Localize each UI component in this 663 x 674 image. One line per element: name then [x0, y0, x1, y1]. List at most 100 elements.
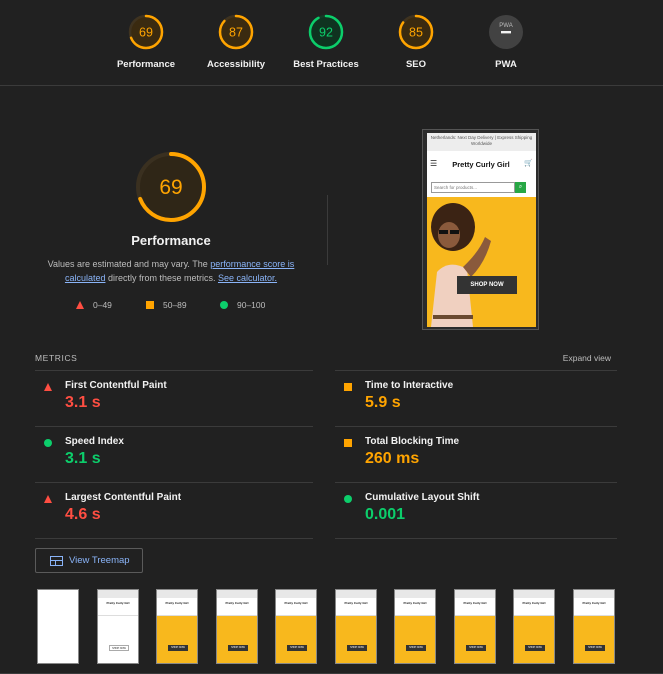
- screenshot-brand: Pretty Curly Girl: [452, 160, 510, 169]
- final-screenshot[interactable]: Netherlands: Next Day Delivery | Express…: [422, 129, 539, 330]
- frame-notice: [336, 590, 376, 598]
- pass-circle-icon: [344, 495, 352, 503]
- metrics-divider: [35, 370, 313, 371]
- performance-score-gauge: 69: [136, 152, 206, 222]
- gauge-label-performance: Performance: [116, 59, 176, 70]
- metrics-divider: [335, 426, 617, 427]
- gauge-label-pwa: PWA: [495, 59, 517, 70]
- gauge-best-practices[interactable]: 92 Best Practices: [281, 0, 371, 70]
- view-treemap-label: View Treemap: [69, 555, 130, 566]
- frame-shop-now: SHOP NOW: [228, 645, 248, 651]
- performance-description: Values are estimated and may vary. The p…: [40, 257, 302, 285]
- filmstrip-frame: Pretty Curly Girl SHOP NOW: [156, 589, 198, 664]
- legend-item-pass: 90–100: [220, 300, 265, 310]
- gauge-ring-best-practices: 92: [308, 14, 344, 50]
- average-square-icon: [344, 383, 352, 391]
- frame-shop-now: SHOP NOW: [406, 645, 426, 651]
- frame-hero: [336, 616, 376, 663]
- frame-notice: [395, 590, 435, 598]
- treemap-icon: [50, 556, 63, 566]
- gauge-pwa[interactable]: PWA PWA: [461, 0, 551, 70]
- hero-person-illustration: [431, 203, 491, 327]
- frame-hero: [98, 616, 138, 663]
- filmstrip-frame: [37, 589, 79, 664]
- frame-brand: Pretty Curly Girl: [514, 598, 554, 608]
- desc-text-1: Values are estimated and may vary. The: [47, 259, 211, 269]
- screenshot-search-input: Search for products...: [431, 182, 515, 193]
- view-treemap-button[interactable]: View Treemap: [35, 548, 143, 573]
- metrics-divider: [35, 482, 313, 483]
- frame-notice: [217, 590, 257, 598]
- category-gauges-bar: 69 Performance 87 Accessibility 92 Best …: [0, 0, 663, 86]
- frame-shop-now: SHOP NOW: [347, 645, 367, 651]
- frame-hero: [455, 616, 495, 663]
- performance-score-value: 69: [159, 176, 182, 199]
- expand-view-toggle[interactable]: Expand view: [563, 353, 611, 363]
- frame-search: [217, 608, 257, 616]
- frame-search: [276, 608, 316, 616]
- gauge-ring-performance: 69: [128, 14, 164, 50]
- filmstrip-frame: Pretty Curly Girl SHOP NOW: [97, 589, 139, 664]
- frame-notice: [276, 590, 316, 598]
- fail-triangle-icon: [44, 383, 52, 391]
- filmstrip-frame: Pretty Curly Girl SHOP NOW: [573, 589, 615, 664]
- frame-notice: [574, 590, 614, 598]
- metrics-divider: [335, 538, 617, 539]
- filmstrip-frame: Pretty Curly Girl SHOP NOW: [275, 589, 317, 664]
- frame-brand: Pretty Curly Girl: [574, 598, 614, 608]
- filmstrip-frame: Pretty Curly Girl SHOP NOW: [513, 589, 555, 664]
- frame-search: [395, 608, 435, 616]
- metrics-divider: [335, 370, 617, 371]
- gauge-label-seo: SEO: [405, 59, 427, 70]
- frame-shop-now: SHOP NOW: [525, 645, 545, 651]
- gauge-score-best-practices: 92: [319, 26, 333, 40]
- vertical-divider: [327, 195, 328, 265]
- metric-value: 260 ms: [365, 450, 420, 467]
- gauge-performance[interactable]: 69 Performance: [101, 0, 191, 70]
- metric-value: 0.001: [365, 506, 406, 523]
- screenshot-search: Search for products... ⌕: [427, 179, 536, 197]
- square-icon: [146, 301, 154, 309]
- metrics-divider: [335, 482, 617, 483]
- frame-search: [514, 608, 554, 616]
- legend-item-average: 50–89: [146, 300, 187, 310]
- legend-label: 90–100: [237, 300, 266, 310]
- frame-brand: Pretty Curly Girl: [217, 598, 257, 608]
- pass-circle-icon: [44, 439, 52, 447]
- desc-text-2: directly from these metrics.: [105, 273, 218, 283]
- metric-title: Speed Index: [65, 436, 124, 447]
- metrics-heading: METRICS: [35, 353, 78, 363]
- frame-shop-now: SHOP NOW: [168, 645, 188, 651]
- frame-hero: [574, 616, 614, 663]
- pwa-badge-text: PWA: [499, 23, 512, 29]
- see-calculator-link[interactable]: See calculator.: [218, 273, 277, 283]
- frame-brand: Pretty Curly Girl: [157, 598, 197, 608]
- frame-brand: Pretty Curly Girl: [455, 598, 495, 608]
- metric-title: Cumulative Layout Shift: [365, 492, 480, 503]
- pwa-badge-icon: PWA: [489, 15, 523, 49]
- filmstrip-frame: Pretty Curly Girl SHOP NOW: [454, 589, 496, 664]
- frame-notice: [157, 590, 197, 598]
- frame-hero: [395, 616, 435, 663]
- frame-search: [157, 608, 197, 616]
- frame-brand: Pretty Curly Girl: [276, 598, 316, 608]
- frame-notice: [455, 590, 495, 598]
- filmstrip-frame: Pretty Curly Girl SHOP NOW: [216, 589, 258, 664]
- metrics-divider: [35, 426, 313, 427]
- metrics-divider: [35, 538, 313, 539]
- gauge-score-performance: 69: [139, 26, 153, 40]
- hamburger-icon: ☰: [430, 159, 438, 168]
- cart-icon: 🛒: [524, 160, 533, 167]
- gauge-ring-accessibility: 87: [218, 14, 254, 50]
- legend-label: 0–49: [93, 300, 112, 310]
- frame-shop-now: SHOP NOW: [585, 645, 605, 651]
- gauge-accessibility[interactable]: 87 Accessibility: [191, 0, 281, 70]
- frame-search: [98, 608, 138, 616]
- frame-brand: Pretty Curly Girl: [98, 598, 138, 608]
- frame-hero: [514, 616, 554, 663]
- average-square-icon: [344, 439, 352, 447]
- performance-title: Performance: [131, 233, 211, 248]
- gauge-seo[interactable]: 85 SEO: [371, 0, 461, 70]
- metric-value: 3.1 s: [65, 394, 101, 411]
- triangle-icon: [76, 301, 84, 309]
